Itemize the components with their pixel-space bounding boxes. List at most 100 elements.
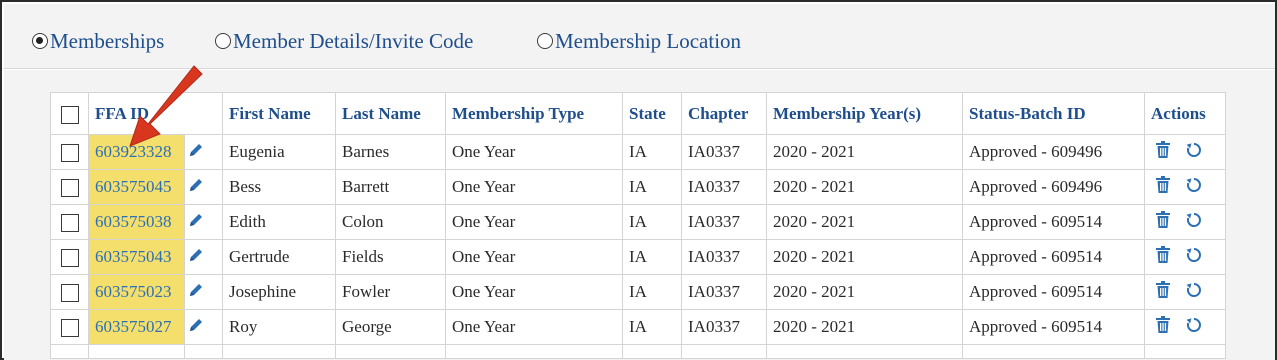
row-checkbox[interactable]: [60, 179, 79, 198]
first-name-cell: Roy: [222, 309, 336, 345]
chapter-link[interactable]: IA0337: [681, 274, 767, 310]
header-chapter[interactable]: Chapter: [681, 92, 767, 135]
empty-cell: [222, 344, 336, 359]
membership-type-cell: One Year: [445, 309, 623, 345]
pencil-icon[interactable]: [188, 247, 204, 268]
table-row: 603575043 Gertrude Fields One Year IA IA0337 2…: [50, 239, 1226, 275]
radio-membership-location[interactable]: Membership Location: [537, 28, 741, 54]
empty-cell: [445, 344, 623, 359]
ffa-id-cell[interactable]: 603575045: [88, 169, 185, 205]
state-link[interactable]: IA: [622, 274, 682, 310]
empty-cell: [681, 344, 767, 359]
pencil-icon[interactable]: [188, 282, 204, 303]
state-link[interactable]: IA: [622, 309, 682, 345]
empty-cell: [1144, 344, 1226, 359]
chapter-link[interactable]: IA0337: [681, 239, 767, 275]
table-row: 603575027 Roy George One Year IA IA0337 2020 -…: [50, 309, 1226, 345]
edit-cell[interactable]: [184, 169, 223, 205]
actions-cell: [1144, 169, 1226, 205]
refresh-icon[interactable]: [1185, 211, 1203, 234]
membership-type-cell: One Year: [445, 134, 623, 170]
header-last-name[interactable]: Last Name: [335, 92, 446, 135]
edit-cell[interactable]: [184, 239, 223, 275]
membership-type-cell: One Year: [445, 239, 623, 275]
row-select-cell[interactable]: [50, 309, 89, 345]
refresh-icon[interactable]: [1185, 246, 1203, 269]
chapter-link[interactable]: IA0337: [681, 204, 767, 240]
status-batch-cell: Approved - 609496: [962, 169, 1145, 205]
radio-memberships[interactable]: Memberships: [32, 28, 164, 54]
ffa-id-cell[interactable]: 603575038: [88, 204, 185, 240]
ffa-id-cell[interactable]: 603575023: [88, 274, 185, 310]
header-membership-years[interactable]: Membership Year(s): [766, 92, 963, 135]
header-state[interactable]: State: [622, 92, 682, 135]
first-name-cell: Edith: [222, 204, 336, 240]
row-checkbox[interactable]: [60, 284, 79, 303]
pencil-icon[interactable]: [188, 317, 204, 338]
trash-icon[interactable]: [1155, 140, 1171, 164]
state-link[interactable]: IA: [622, 204, 682, 240]
status-batch-cell: Approved - 609514: [962, 204, 1145, 240]
row-select-cell[interactable]: [50, 239, 89, 275]
membership-years-cell: 2020 - 2021: [766, 274, 963, 310]
empty-cell: [962, 344, 1145, 359]
empty-cell: [88, 344, 185, 359]
trash-icon[interactable]: [1155, 315, 1171, 339]
trash-icon[interactable]: [1155, 280, 1171, 304]
row-select-cell[interactable]: [50, 204, 89, 240]
radio-unchecked-icon[interactable]: [215, 33, 231, 49]
header-status-batch[interactable]: Status-Batch ID: [962, 92, 1145, 135]
memberships-table: FFA ID First Name Last Name Membership T…: [50, 92, 1226, 359]
radio-label: Membership Location: [555, 28, 742, 53]
pencil-icon[interactable]: [188, 212, 204, 233]
ffa-id-link[interactable]: 603575027: [95, 317, 172, 336]
ffa-id-link[interactable]: 603575038: [95, 212, 172, 231]
edit-cell[interactable]: [184, 204, 223, 240]
ffa-id-cell[interactable]: 603575027: [88, 309, 185, 345]
pencil-icon[interactable]: [188, 177, 204, 198]
select-all-cell[interactable]: [50, 92, 89, 135]
empty-cell: [335, 344, 446, 359]
status-batch-cell: Approved - 609514: [962, 274, 1145, 310]
refresh-icon[interactable]: [1185, 176, 1203, 199]
actions-cell: [1144, 309, 1226, 345]
radio-unchecked-icon[interactable]: [537, 33, 553, 49]
radio-label: Memberships: [50, 28, 165, 53]
state-link[interactable]: IA: [622, 239, 682, 275]
chapter-link[interactable]: IA0337: [681, 309, 767, 345]
table-row: 603575023 Josephine Fowler One Year IA IA0337…: [50, 274, 1226, 310]
ffa-id-cell[interactable]: 603575043: [88, 239, 185, 275]
refresh-icon[interactable]: [1185, 281, 1203, 304]
row-checkbox[interactable]: [60, 214, 79, 233]
state-link[interactable]: IA: [622, 169, 682, 205]
ffa-id-link[interactable]: 603575043: [95, 247, 172, 266]
refresh-icon[interactable]: [1185, 141, 1203, 164]
row-select-cell[interactable]: [50, 134, 89, 170]
select-all-checkbox[interactable]: [60, 105, 79, 124]
last-name-cell: George: [335, 309, 446, 345]
edit-cell[interactable]: [184, 309, 223, 345]
membership-years-cell: 2020 - 2021: [766, 169, 963, 205]
radio-member-details[interactable]: Member Details/Invite Code: [215, 28, 473, 54]
state-link[interactable]: IA: [622, 134, 682, 170]
header-first-name[interactable]: First Name: [222, 92, 336, 135]
trash-icon[interactable]: [1155, 210, 1171, 234]
header-membership-type[interactable]: Membership Type: [445, 92, 623, 135]
actions-cell: [1144, 274, 1226, 310]
table-row: 603923328 Eugenia Barnes One Year IA IA0337 20…: [50, 134, 1226, 170]
chapter-link[interactable]: IA0337: [681, 169, 767, 205]
radio-checked-icon[interactable]: [32, 33, 48, 49]
ffa-id-link[interactable]: 603575023: [95, 282, 172, 301]
chapter-link[interactable]: IA0337: [681, 134, 767, 170]
row-checkbox[interactable]: [60, 319, 79, 338]
refresh-icon[interactable]: [1185, 316, 1203, 339]
ffa-id-link[interactable]: 603575045: [95, 177, 172, 196]
edit-cell[interactable]: [184, 274, 223, 310]
trash-icon[interactable]: [1155, 175, 1171, 199]
row-select-cell[interactable]: [50, 274, 89, 310]
row-checkbox[interactable]: [60, 249, 79, 268]
membership-years-cell: 2020 - 2021: [766, 134, 963, 170]
row-select-cell[interactable]: [50, 169, 89, 205]
row-checkbox[interactable]: [60, 144, 79, 163]
trash-icon[interactable]: [1155, 245, 1171, 269]
